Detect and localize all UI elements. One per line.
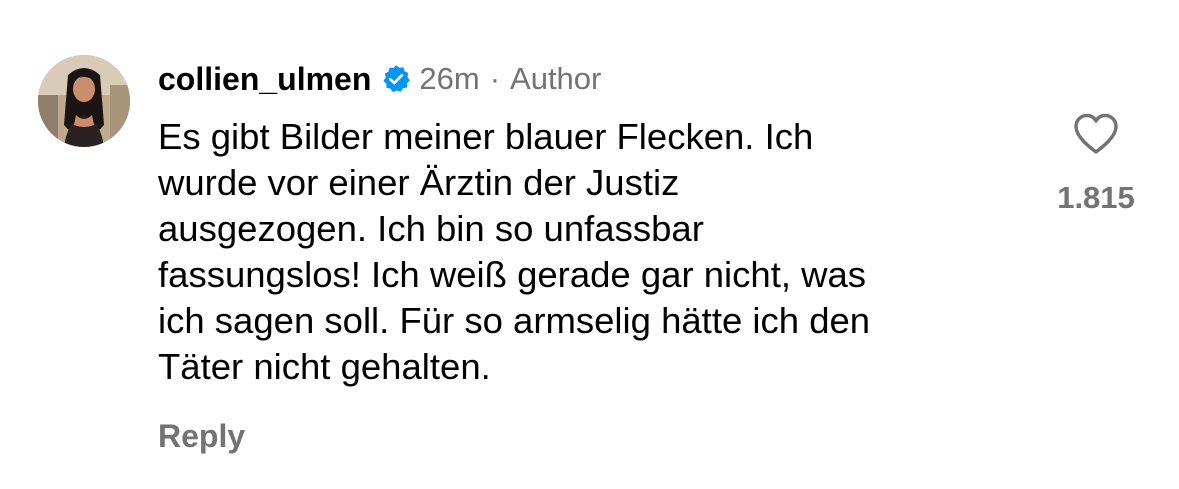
heart-outline-icon[interactable] xyxy=(1072,112,1120,156)
comment-text-line: fassungslos! Ich weiß gerade gar nicht, … xyxy=(158,254,867,295)
avatar[interactable] xyxy=(38,55,130,147)
comment-text-line: Täter nicht gehalten. xyxy=(158,346,491,387)
comment-text-line: ausgezogen. Ich bin so unfassbar xyxy=(158,208,704,249)
comment-text-line: Es gibt Bilder meiner blauer Flecken. Ic… xyxy=(158,116,814,157)
comment-meta: collien_ulmen 26m · Author xyxy=(158,57,601,101)
comment-text-line: ich sagen soll. Für so armselig hätte ic… xyxy=(158,300,871,341)
comment-time: 26m xyxy=(419,61,480,96)
meta-separator: · xyxy=(489,61,501,96)
comment-text-line: wurde vor einer Ärztin der Justiz xyxy=(158,162,680,203)
comment-text: Es gibt Bilder meiner blauer Flecken. Ic… xyxy=(158,114,1038,390)
comment: collien_ulmen 26m · Author Es gibt Bilde… xyxy=(0,0,1179,489)
username[interactable]: collien_ulmen xyxy=(158,61,371,98)
like-count: 1.815 xyxy=(1057,180,1135,215)
reply-button[interactable]: Reply xyxy=(158,418,245,455)
like-section: 1.815 xyxy=(1050,112,1142,216)
profile-photo xyxy=(38,55,130,147)
author-label: Author xyxy=(510,61,602,96)
verified-badge-icon xyxy=(381,64,411,94)
